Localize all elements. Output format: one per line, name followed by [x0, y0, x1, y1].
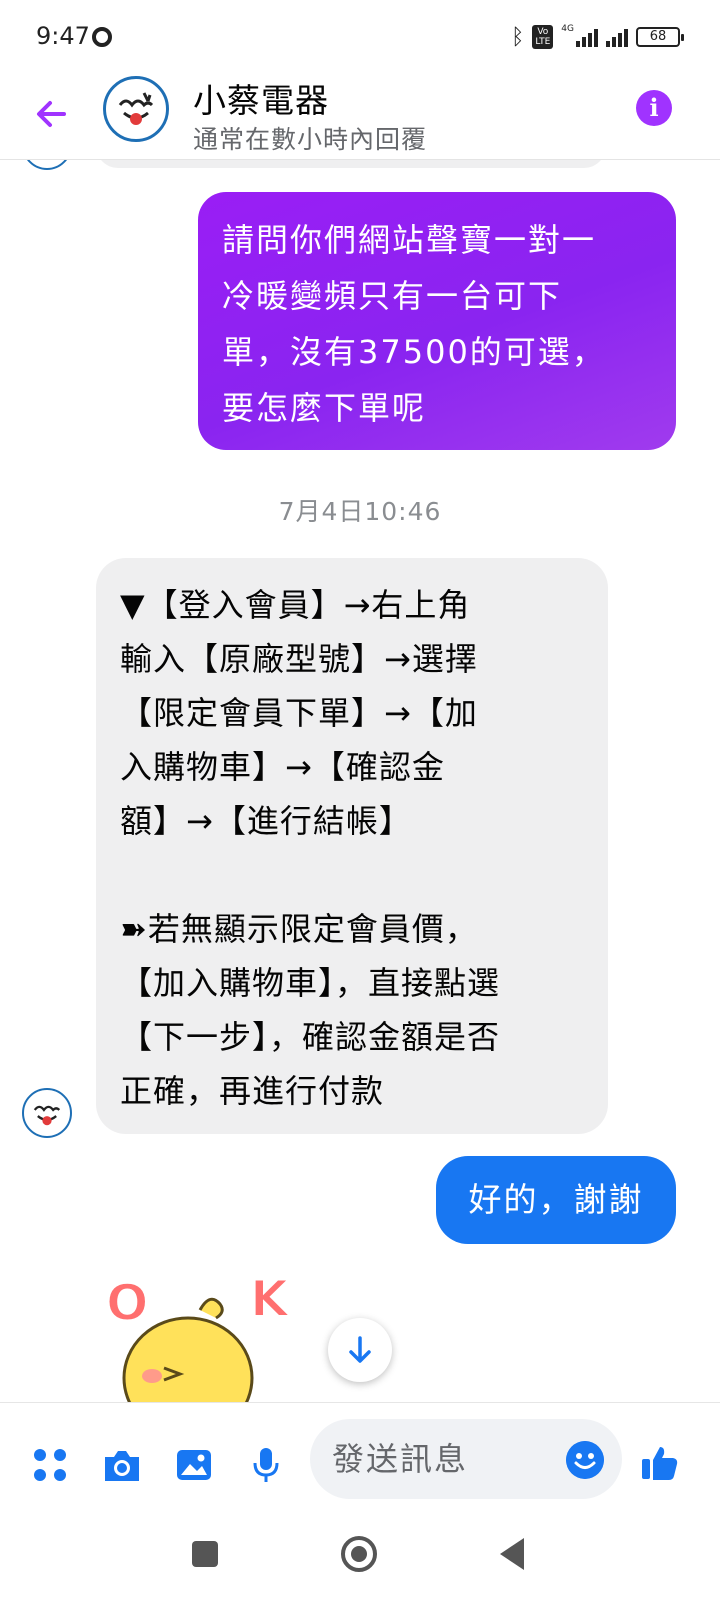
- status-bar: 9:47 ᛒ Vo LTE 4G 68: [0, 0, 720, 72]
- message-timestamp: 7月4日10:46: [278, 497, 442, 526]
- volte-badge: Vo LTE: [532, 25, 554, 49]
- page-subtitle: 通常在數小時內回覆: [193, 125, 428, 154]
- signal-strength-icon: [576, 27, 598, 47]
- page-avatar[interactable]: [103, 76, 169, 142]
- previous-message-bubble: [96, 160, 606, 168]
- status-icons: ᛒ Vo LTE 4G 68: [511, 22, 684, 52]
- gallery-icon[interactable]: [174, 1445, 214, 1485]
- recent-apps-icon[interactable]: [192, 1541, 218, 1567]
- status-time: 9:47: [36, 22, 90, 50]
- back-icon[interactable]: [500, 1538, 524, 1570]
- camera-icon[interactable]: [102, 1445, 142, 1485]
- arrow-down-icon: [349, 1336, 371, 1363]
- menu-dots-icon[interactable]: [30, 1445, 70, 1485]
- system-nav-bar: [0, 1524, 720, 1600]
- page-title: 小蔡電器: [193, 81, 329, 120]
- sticker-letter-o: O: [106, 1274, 149, 1332]
- previous-avatar: [22, 160, 72, 170]
- message-input-placeholder: 發送訊息: [332, 1440, 469, 1478]
- logo-icon-small: [26, 1092, 68, 1134]
- signal-strength-icon-2: [606, 27, 628, 47]
- info-icon[interactable]: i: [636, 90, 672, 126]
- microphone-icon[interactable]: [246, 1445, 286, 1485]
- incoming-message[interactable]: ▼【登入會員】→右上角 輸入【原廠型號】→選擇 【限定會員下單】→【加 入購物車…: [96, 558, 608, 1134]
- sender-avatar[interactable]: [22, 1088, 72, 1138]
- bluetooth-icon: ᛒ: [511, 24, 525, 50]
- sticker-letter-k: K: [250, 1270, 291, 1328]
- chat-header: 小蔡電器 通常在數小時內回覆 i: [0, 72, 720, 160]
- outgoing-message-2[interactable]: 好的，謝謝: [436, 1156, 676, 1244]
- network-type: 4G: [561, 24, 574, 34]
- ok-sticker[interactable]: O K: [104, 1268, 314, 1402]
- message-input[interactable]: 發送訊息: [310, 1419, 622, 1499]
- thumbs-up-icon[interactable]: [640, 1443, 680, 1483]
- notification-ring-icon: [92, 27, 112, 47]
- scroll-down-button[interactable]: [328, 1318, 392, 1382]
- battery-icon: 68: [636, 27, 684, 47]
- outgoing-message[interactable]: 請問你們網站聲寶一對一 冷暖變頻只有一台可下 單，沒有37500的可選， 要怎麼…: [198, 192, 676, 450]
- home-icon[interactable]: [341, 1536, 377, 1572]
- message-composer: 發送訊息: [0, 1402, 720, 1524]
- message-list[interactable]: 請問你們網站聲寶一對一 冷暖變頻只有一台可下 單，沒有37500的可選， 要怎麼…: [0, 160, 720, 1402]
- logo-icon: [109, 82, 163, 136]
- emoji-icon[interactable]: [566, 1441, 604, 1479]
- back-arrow-icon[interactable]: [30, 92, 74, 136]
